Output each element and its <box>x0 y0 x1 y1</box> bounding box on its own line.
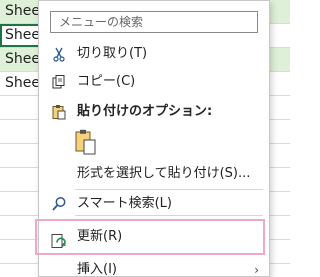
menu-item-label: 挿入(I) <box>77 262 117 277</box>
menu-item-insert[interactable]: 挿入(I) › <box>41 257 267 277</box>
paste-options-header: 貼り付けのオプション: <box>41 99 267 125</box>
menu-item-copy[interactable]: コピー(C) <box>41 69 267 95</box>
menu-item-refresh[interactable]: 更新(R) <box>35 219 265 255</box>
screen-root: Shee Shee Shee Shee メニューの検索 切り取り(T) コピー(… <box>0 0 290 277</box>
menu-separator <box>75 189 263 190</box>
context-menu: 切り取り(T) コピー(C) <box>35 0 270 277</box>
menu-item-paste-special[interactable]: 形式を選択して貼り付け(S)... <box>41 161 267 187</box>
chevron-right-icon: › <box>254 263 259 277</box>
paste-options-label: 貼り付けのオプション: <box>77 104 213 119</box>
cell[interactable]: Shee <box>0 48 40 71</box>
clipboard-paste-icon[interactable] <box>75 129 97 155</box>
menu-item-label: コピー(C) <box>77 74 136 89</box>
menu-item-label: 形式を選択して貼り付け(S)... <box>77 166 251 181</box>
magnifier-icon <box>51 196 67 212</box>
menu-item-label: 更新(R) <box>77 229 123 244</box>
menu-item-cut[interactable]: 切り取り(T) <box>41 41 267 67</box>
cell[interactable]: Shee <box>0 72 40 95</box>
cell[interactable]: Shee <box>0 0 40 23</box>
refresh-icon <box>51 230 67 248</box>
scissors-icon <box>51 46 67 62</box>
menu-separator <box>75 215 263 216</box>
selected-cell[interactable]: Shee <box>0 24 40 47</box>
menu-search-input[interactable] <box>50 11 258 33</box>
copy-icon <box>51 74 67 90</box>
menu-item-label: 切り取り(T) <box>77 46 148 61</box>
clipboard-icon <box>51 104 67 120</box>
menu-item-smart-lookup[interactable]: スマート検索(L) <box>41 191 267 217</box>
menu-item-label: スマート検索(L) <box>77 196 172 211</box>
